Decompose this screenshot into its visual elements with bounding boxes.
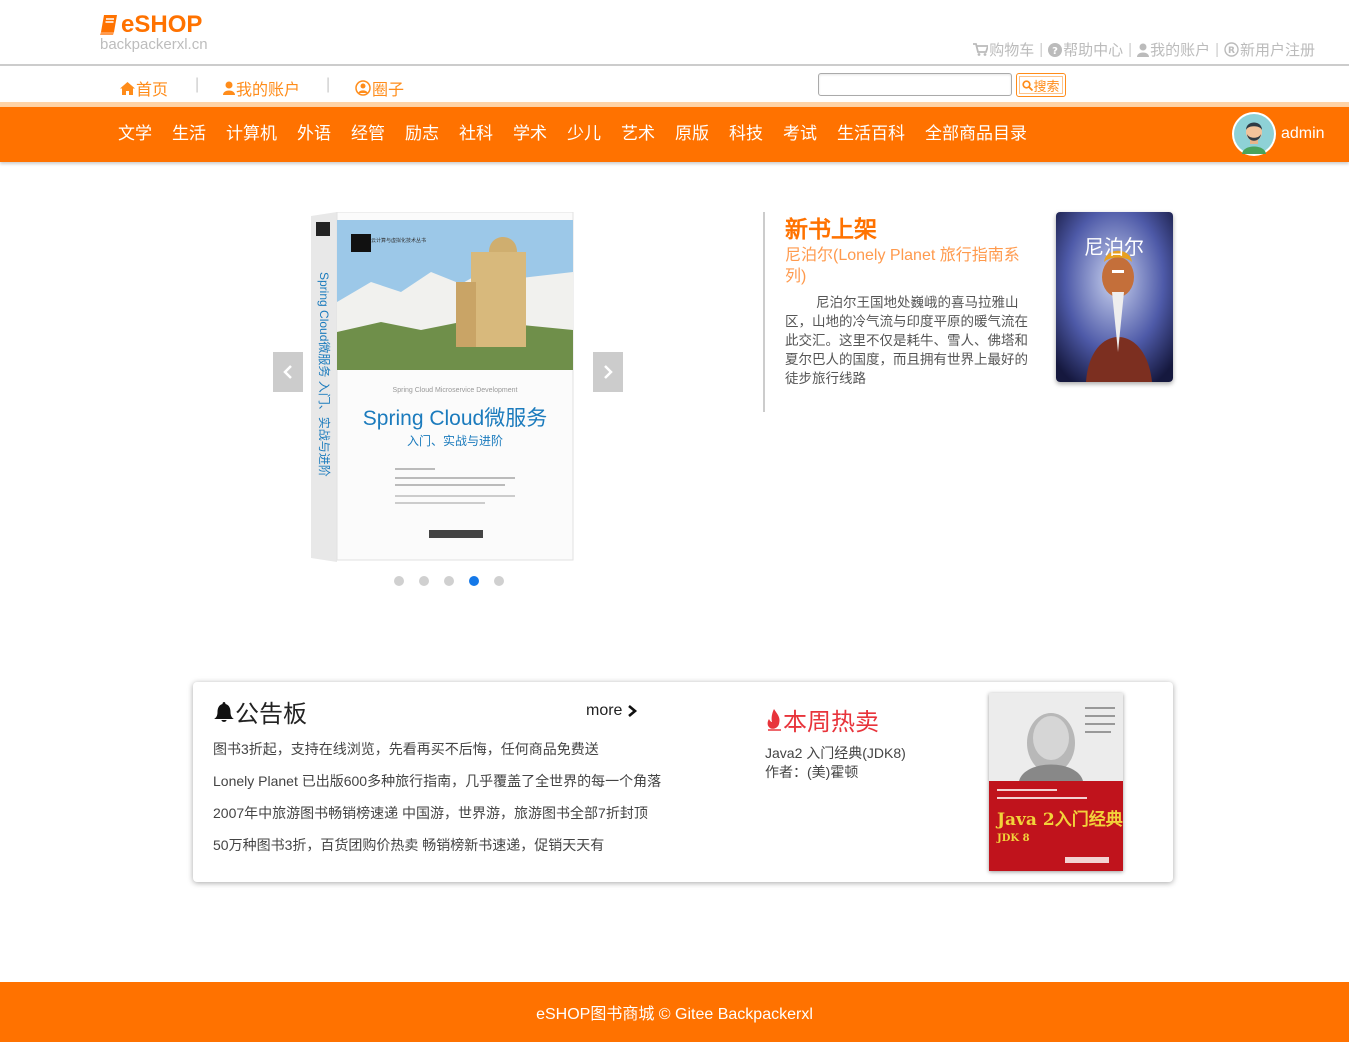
category-item[interactable]: 计算机 bbox=[226, 124, 277, 144]
category-item[interactable]: 生活百科 bbox=[837, 124, 905, 144]
search-input[interactable] bbox=[818, 73, 1012, 96]
account-link[interactable]: 我的账户 bbox=[1137, 39, 1210, 60]
category-item[interactable]: 励志 bbox=[405, 124, 439, 144]
notice-header: 公告板 bbox=[213, 694, 307, 729]
help-icon: ? bbox=[1048, 42, 1063, 57]
nav-home[interactable]: 首页 bbox=[120, 76, 168, 100]
separator: | bbox=[1039, 41, 1044, 58]
notice-title: 公告板 bbox=[235, 701, 307, 728]
nav-circle[interactable]: 圈子 bbox=[355, 76, 404, 100]
hot-title: 本周热卖 bbox=[783, 709, 879, 736]
notice-item[interactable]: 50万种图书3折，百货团购价热卖 畅销榜新书速递，促销天天有 bbox=[213, 836, 661, 868]
category-item[interactable]: 文学 bbox=[118, 124, 152, 144]
category-item[interactable]: 外语 bbox=[297, 124, 331, 144]
top-links: 购物车 | ? 帮助中心 | 我的账户 | R 新用户注册 bbox=[973, 39, 1315, 60]
user-name[interactable]: admin bbox=[1281, 125, 1325, 143]
new-book-name[interactable]: 尼泊尔(Lonely Planet 旅行指南系列) bbox=[785, 245, 1033, 287]
hot-book-info: Java2 入门经典(JDK8) 作者：(美)霍顿 bbox=[765, 744, 906, 782]
top-header: eSHOP backpackerxl.cn 购物车 | ? 帮助中心 | 我的账… bbox=[0, 0, 1349, 66]
carousel-book-cover[interactable]: 云计算与虚拟化技术丛书 Spring Cloud Microservice De… bbox=[311, 212, 575, 562]
home-icon bbox=[120, 81, 135, 95]
avatar[interactable] bbox=[1232, 112, 1276, 156]
book-series-text: 云计算与虚拟化技术丛书 bbox=[371, 237, 426, 244]
category-item[interactable]: 考试 bbox=[783, 124, 817, 144]
book-en-title: Spring Cloud Microservice Development bbox=[393, 387, 518, 394]
user-circle-icon bbox=[355, 80, 371, 96]
new-book-cover-text: 尼泊尔 bbox=[1084, 235, 1144, 259]
notice-hot-card: 公告板 more 图书3折起，支持在线浏览，先看再买不后悔，任何商品免费送 Lo… bbox=[193, 682, 1173, 882]
more-link[interactable]: more bbox=[586, 702, 638, 720]
book-carousel: 云计算与虚拟化技术丛书 Spring Cloud Microservice De… bbox=[273, 212, 623, 602]
category-item[interactable]: 生活 bbox=[172, 124, 206, 144]
carousel-next-button[interactable] bbox=[593, 352, 623, 392]
nav-account[interactable]: 我的账户 bbox=[223, 76, 300, 100]
notice-item[interactable]: 图书3折起，支持在线浏览，先看再买不后悔，任何商品免费送 bbox=[213, 740, 661, 772]
user-menu[interactable]: admin bbox=[1232, 112, 1325, 156]
hot-cover-sub: JDK 8 bbox=[996, 833, 1030, 844]
logo-domain: backpackerxl.cn bbox=[100, 36, 208, 53]
hot-header: 本周热卖 bbox=[765, 702, 879, 737]
hot-book-cover[interactable]: Java 2入门经典 JDK 8 bbox=[989, 693, 1123, 871]
help-link[interactable]: ? 帮助中心 bbox=[1048, 39, 1123, 60]
category-item[interactable]: 科技 bbox=[729, 124, 763, 144]
bell-icon bbox=[214, 701, 234, 722]
carousel-indicators bbox=[394, 576, 519, 586]
book-title: Spring Cloud微服务 bbox=[363, 407, 547, 430]
user-icon bbox=[223, 81, 235, 95]
separator: | bbox=[1128, 41, 1133, 58]
category-list: 文学 生活 计算机 外语 经管 励志 社科 学术 少儿 艺术 原版 科技 考试 … bbox=[108, 124, 1037, 144]
category-item[interactable]: 艺术 bbox=[621, 124, 655, 144]
register-link[interactable]: R 新用户注册 bbox=[1224, 39, 1315, 60]
nav-separator: | bbox=[326, 76, 331, 93]
category-item[interactable]: 少儿 bbox=[567, 124, 601, 144]
user-icon bbox=[1137, 43, 1150, 57]
nav-separator: | bbox=[195, 76, 200, 93]
svg-text:R: R bbox=[1228, 46, 1235, 56]
svg-text:?: ? bbox=[1052, 46, 1058, 57]
chevron-left-icon bbox=[283, 365, 292, 379]
category-item[interactable]: 全部商品目录 bbox=[925, 124, 1027, 144]
book-icon bbox=[100, 15, 117, 35]
book-subtitle: 入门、实战与进阶 bbox=[407, 433, 503, 448]
chevron-right-icon bbox=[604, 365, 613, 379]
new-book-cover[interactable]: 尼泊尔 bbox=[1056, 212, 1173, 382]
category-item[interactable]: 原版 bbox=[675, 124, 709, 144]
notice-item[interactable]: 2007年中旅游图书畅销榜速递 中国游，世界游，旅游图书全部7折封顶 bbox=[213, 804, 661, 836]
carousel-prev-button[interactable] bbox=[273, 352, 303, 392]
carousel-dot[interactable] bbox=[444, 576, 454, 586]
secondary-nav: 首页 | 我的账户 | 圈子 搜索 bbox=[0, 68, 1349, 102]
category-item[interactable]: 经管 bbox=[351, 124, 385, 144]
chevron-right-icon bbox=[628, 705, 638, 717]
carousel-dot[interactable] bbox=[419, 576, 429, 586]
new-books-title: 新书上架 bbox=[785, 216, 877, 242]
cart-link[interactable]: 购物车 bbox=[973, 39, 1034, 60]
avatar-image bbox=[1234, 114, 1274, 154]
new-book-description: 尼泊尔王国地处巍峨的喜马拉雅山区，山地的冷气流与印度平原的暖气流在此交汇。这里不… bbox=[785, 295, 1028, 386]
search-icon bbox=[1022, 79, 1034, 91]
search-button[interactable]: 搜索 bbox=[1016, 73, 1066, 97]
notice-list: 图书3折起，支持在线浏览，先看再买不后悔，任何商品免费送 Lonely Plan… bbox=[213, 740, 661, 868]
site-logo[interactable]: eSHOP backpackerxl.cn bbox=[100, 12, 208, 52]
carousel-dot[interactable] bbox=[394, 576, 404, 586]
category-bar: 文学 生活 计算机 外语 经管 励志 社科 学术 少儿 艺术 原版 科技 考试 … bbox=[0, 107, 1349, 162]
hot-book-name[interactable]: Java2 入门经典(JDK8) bbox=[765, 744, 906, 763]
new-books-section: 新书上架 尼泊尔(Lonely Planet 旅行指南系列) 尼泊尔王国地处巍峨… bbox=[763, 212, 1033, 412]
registered-icon: R bbox=[1224, 42, 1239, 57]
cart-icon bbox=[973, 43, 989, 56]
category-item[interactable]: 学术 bbox=[513, 124, 547, 144]
footer-text: eSHOP图书商城 © Gitee Backpackerxl bbox=[536, 1006, 813, 1023]
separator: | bbox=[1215, 41, 1219, 58]
fire-icon bbox=[767, 708, 781, 731]
hot-cover-title: Java 2入门经典 bbox=[995, 809, 1123, 830]
notice-item[interactable]: Lonely Planet 已出版600多种旅行指南，几乎覆盖了全世界的每一个角… bbox=[213, 772, 661, 804]
hot-book-author: 作者：(美)霍顿 bbox=[765, 764, 859, 780]
logo-text: eSHOP bbox=[121, 11, 203, 38]
book-spine-text: Spring Cloud微服务 入门、实战与进阶 bbox=[317, 272, 332, 477]
category-item[interactable]: 社科 bbox=[459, 124, 493, 144]
carousel-dot-active[interactable] bbox=[469, 576, 479, 586]
footer: eSHOP图书商城 © Gitee Backpackerxl bbox=[0, 982, 1349, 1042]
carousel-dot[interactable] bbox=[494, 576, 504, 586]
